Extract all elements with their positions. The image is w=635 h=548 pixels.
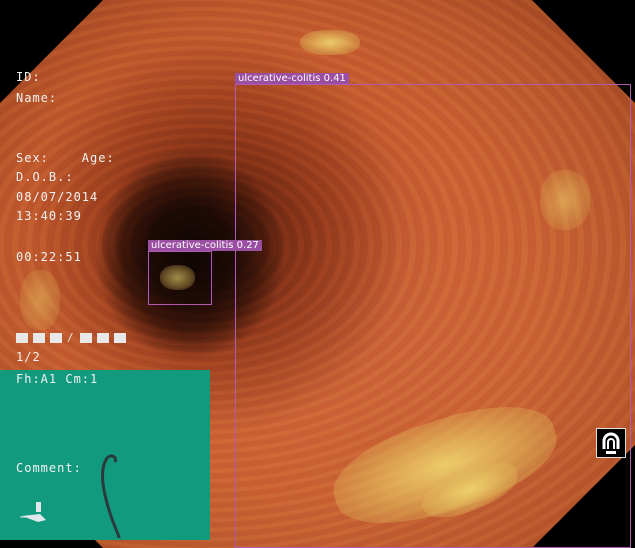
- detection-label-small: ulcerative-colitis 0.27: [148, 240, 262, 251]
- exam-time: 13:40:39: [16, 209, 82, 223]
- detection-label-large: ulcerative-colitis 0.41: [235, 73, 349, 84]
- scope-cable-icon: [101, 454, 121, 539]
- sex-age-label: Sex: Age:: [16, 151, 115, 165]
- detection-box-large: [235, 84, 631, 548]
- elapsed-time: 00:22:51: [16, 250, 82, 264]
- patient-id-label: ID:: [16, 70, 41, 84]
- dob-label: D.O.B.:: [16, 170, 74, 184]
- patient-name-label: Name:: [16, 91, 58, 105]
- exudate-patch: [20, 270, 60, 330]
- detection-class: ulcerative-colitis: [238, 73, 321, 84]
- comment-label: Comment:: [16, 461, 82, 475]
- probe-icon: [20, 502, 46, 522]
- detection-score: 0.41: [323, 73, 346, 84]
- detection-score: 0.27: [236, 240, 259, 251]
- detection-class: ulcerative-colitis: [151, 240, 234, 251]
- fh-cm-readout: Fh:A1 Cm:1: [16, 372, 99, 386]
- detection-box-small: [148, 251, 212, 305]
- frame-indicator-blocks: /: [16, 332, 126, 343]
- exudate-patch: [300, 30, 360, 55]
- magnification-icon: [596, 428, 626, 458]
- exam-date: 08/07/2014: [16, 190, 99, 204]
- frame-counter: 1/2: [16, 350, 41, 364]
- endoscopy-frame: ID: Name: Sex: Age: D.O.B.: 08/07/2014 1…: [0, 0, 635, 548]
- info-panel: Fh:A1 Cm:1 Comment:: [0, 370, 210, 540]
